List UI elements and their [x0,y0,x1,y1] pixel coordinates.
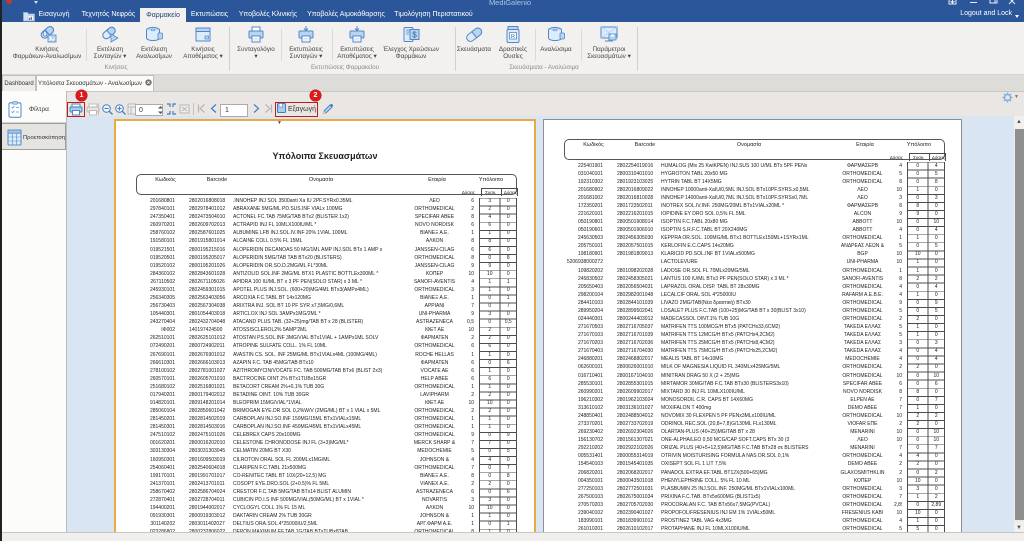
svg-text:R: R [511,34,515,40]
svg-text:$: $ [412,31,417,40]
